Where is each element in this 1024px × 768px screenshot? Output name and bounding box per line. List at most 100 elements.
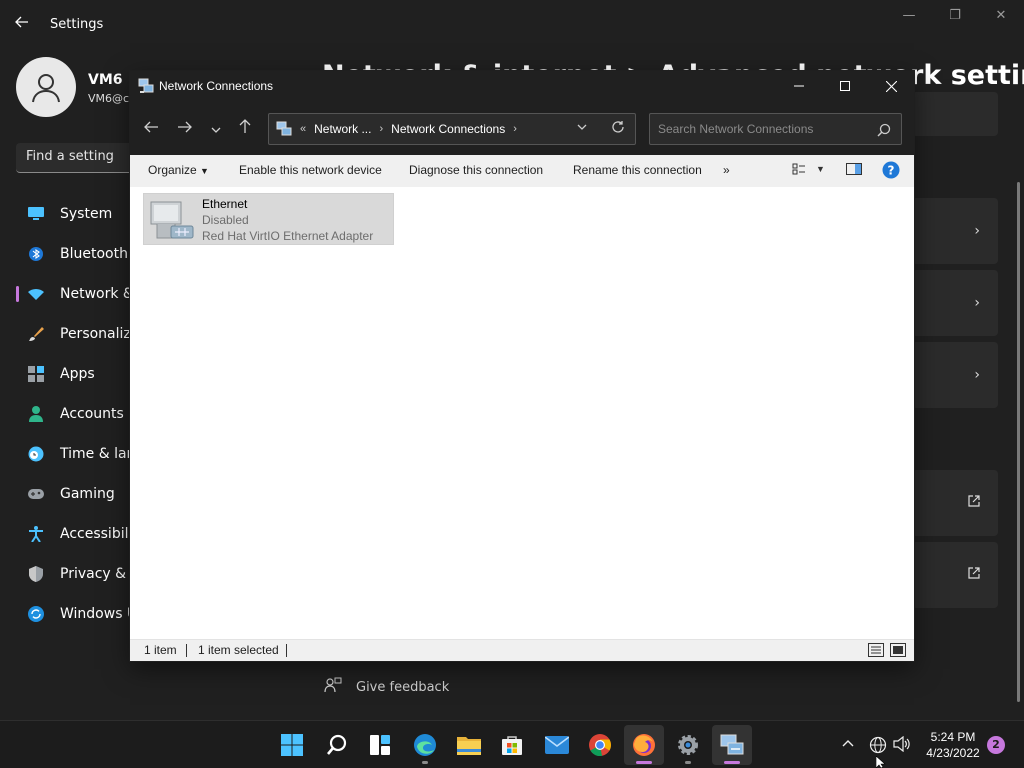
clock-time: 5:24 PM: [930, 730, 976, 744]
status-divider: [286, 644, 287, 657]
breadcrumb-separator-icon[interactable]: ›: [379, 123, 383, 135]
change-view-icon[interactable]: [792, 162, 806, 179]
sidebar-item-label: Privacy & security: [60, 566, 130, 582]
bluetooth-icon: [28, 246, 44, 262]
accessibility-icon: [28, 526, 44, 542]
settings-card[interactable]: ›: [912, 198, 998, 264]
search-box[interactable]: [649, 113, 902, 145]
edge-button[interactable]: [405, 725, 445, 765]
store-button[interactable]: [492, 725, 532, 765]
external-link-icon: [968, 567, 980, 583]
give-feedback-link[interactable]: Give feedback: [324, 677, 449, 697]
firefox-button[interactable]: [624, 725, 664, 765]
status-bar: 1 item 1 item selected: [130, 639, 914, 661]
mail-button[interactable]: [537, 725, 577, 765]
minimize-icon[interactable]: —: [899, 8, 919, 24]
chrome-button[interactable]: [580, 725, 620, 765]
minimize-icon: [794, 85, 804, 87]
sidebar-item-windows-update[interactable]: Windows Update: [0, 594, 130, 634]
breadcrumb-overflow[interactable]: «: [300, 123, 306, 135]
refresh-icon[interactable]: [611, 120, 625, 138]
ethernet-adapter-icon: [149, 200, 197, 242]
sidebar-item-bluetooth[interactable]: Bluetooth & devices: [0, 234, 130, 274]
settings-card[interactable]: ›: [912, 342, 998, 408]
settings-card[interactable]: [912, 470, 998, 536]
window-titlebar[interactable]: Network Connections: [130, 71, 914, 101]
sidebar-item-accounts[interactable]: Accounts: [0, 394, 130, 434]
external-link-icon: [968, 495, 980, 511]
update-icon: [28, 606, 44, 622]
close-icon[interactable]: ✕: [991, 8, 1011, 24]
sidebar-item-system[interactable]: System: [0, 194, 130, 234]
sidebar-item-apps[interactable]: Apps: [0, 354, 130, 394]
settings-search-input[interactable]: Find a setting: [16, 143, 146, 173]
network-globe-icon[interactable]: [869, 736, 887, 758]
settings-card[interactable]: [912, 542, 998, 608]
recent-locations-chevron-icon[interactable]: [204, 117, 228, 139]
up-arrow-icon[interactable]: [233, 117, 257, 139]
help-icon[interactable]: ?: [882, 161, 900, 182]
address-bar[interactable]: « Network ... › Network Connections ›: [268, 113, 636, 145]
avatar[interactable]: [16, 57, 76, 117]
sidebar-item-personalization[interactable]: Personalization: [0, 314, 130, 354]
breadcrumb-item-network[interactable]: Network ...: [314, 122, 371, 136]
forward-icon[interactable]: [173, 117, 197, 139]
settings-gear-icon: [678, 735, 698, 755]
sidebar-item-privacy[interactable]: Privacy & security: [0, 554, 130, 594]
restore-icon[interactable]: ❐: [945, 8, 965, 24]
sidebar-item-gaming[interactable]: Gaming: [0, 474, 130, 514]
breadcrumb-item-network-connections[interactable]: Network Connections: [391, 122, 505, 136]
feedback-icon: [324, 677, 342, 697]
running-indicator: [422, 761, 428, 764]
item-count: 1 item: [144, 643, 177, 657]
settings-button[interactable]: [668, 725, 708, 765]
search-input[interactable]: [650, 114, 870, 144]
start-button[interactable]: [272, 725, 312, 765]
organize-button[interactable]: Organize ▼: [148, 163, 209, 177]
network-connections-taskbar-button[interactable]: [712, 725, 752, 765]
list-item-ethernet[interactable]: Ethernet Disabled Red Hat VirtIO Etherne…: [143, 193, 394, 245]
scrollbar[interactable]: [1017, 182, 1020, 702]
settings-card[interactable]: [912, 92, 998, 136]
volume-icon[interactable]: [893, 735, 911, 756]
file-list[interactable]: Ethernet Disabled Red Hat VirtIO Etherne…: [130, 187, 914, 639]
sidebar-item-accessibility[interactable]: Accessibility: [0, 514, 130, 554]
clock-date: 4/23/2022: [926, 746, 980, 760]
mail-icon: [545, 736, 569, 754]
gamepad-icon: [28, 486, 44, 502]
large-icons-view-icon[interactable]: [890, 643, 906, 660]
more-commands-button[interactable]: »: [723, 163, 730, 177]
status-divider: [186, 644, 187, 657]
mouse-cursor-icon: [876, 756, 886, 768]
enable-network-device-button[interactable]: Enable this network device: [239, 163, 382, 177]
address-history-dropdown-icon[interactable]: [577, 122, 587, 133]
view-options-dropdown-icon[interactable]: ▼: [816, 164, 825, 174]
breadcrumb: « Network ... › Network Connections ›: [300, 122, 517, 136]
close-button[interactable]: [868, 71, 914, 101]
sidebar-item-label: Personalization: [60, 326, 130, 342]
maximize-button[interactable]: [822, 71, 868, 101]
network-connections-icon: [720, 734, 744, 755]
settings-card[interactable]: ›: [912, 270, 998, 336]
back-arrow-icon[interactable]: [14, 14, 34, 34]
chevron-right-icon: ›: [974, 223, 980, 239]
rename-connection-button[interactable]: Rename this connection: [573, 163, 702, 177]
sidebar-item-network[interactable]: Network & internet: [0, 274, 130, 314]
search-icon[interactable]: [877, 122, 891, 137]
breadcrumb-separator-icon[interactable]: ›: [513, 123, 517, 135]
diagnose-connection-button[interactable]: Diagnose this connection: [409, 163, 543, 177]
preview-pane-icon[interactable]: [846, 162, 862, 179]
show-hidden-icons-chevron-icon[interactable]: [842, 735, 854, 751]
taskbar-search-button[interactable]: [317, 725, 357, 765]
details-view-icon[interactable]: [868, 643, 884, 660]
start-icon: [281, 734, 303, 756]
back-icon[interactable]: [139, 117, 163, 139]
file-explorer-button[interactable]: [449, 725, 489, 765]
sidebar-item-label: Bluetooth & devices: [60, 246, 130, 262]
widgets-button[interactable]: [360, 725, 400, 765]
clock[interactable]: 5:24 PM 4/23/2022: [918, 729, 988, 761]
notification-badge[interactable]: 2: [987, 736, 1005, 754]
sidebar-item-time-language[interactable]: Time & language: [0, 434, 130, 474]
item-status: Disabled: [202, 213, 249, 227]
minimize-button[interactable]: [776, 71, 822, 101]
